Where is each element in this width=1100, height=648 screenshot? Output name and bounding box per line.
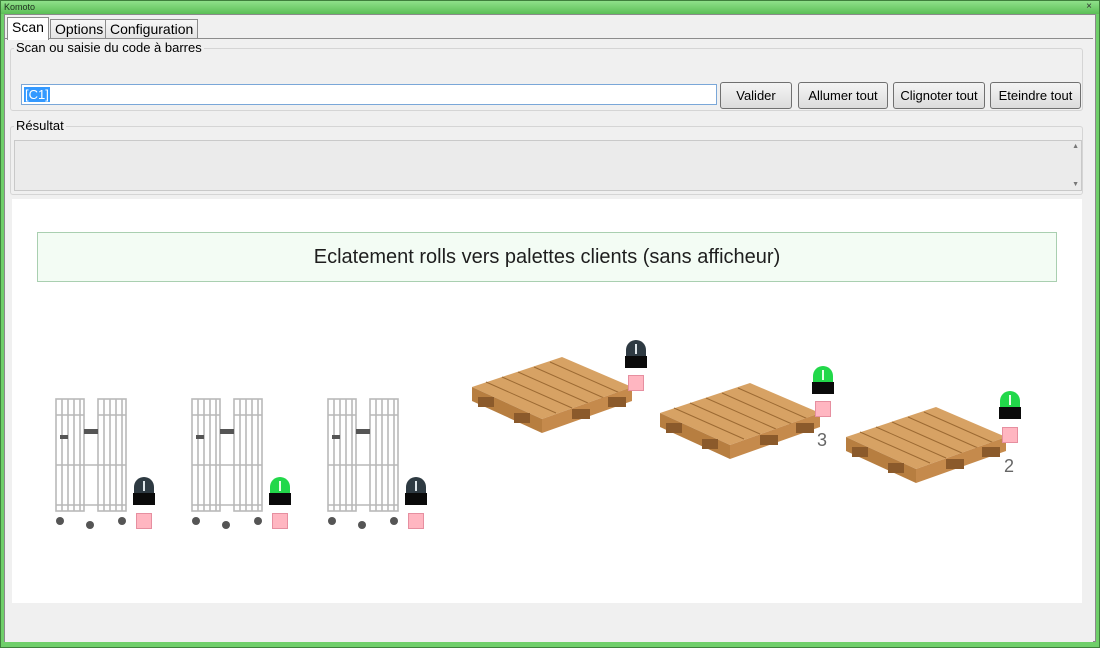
window-title: Komoto — [4, 2, 36, 12]
pallet-3[interactable] — [846, 407, 1006, 497]
layout-panel: Eclatement rolls vers palettes clients (… — [12, 199, 1082, 603]
roll-3-beacon-icon[interactable] — [404, 471, 428, 505]
all-off-button[interactable]: Eteindre tout — [990, 82, 1081, 109]
title-bar[interactable]: Komoto × — [1, 1, 1099, 14]
pallet-2-count: 3 — [817, 430, 828, 450]
scenario-banner: Eclatement rolls vers palettes clients (… — [37, 232, 1057, 282]
roll-1-indicator[interactable] — [136, 513, 152, 529]
roll-cage-1[interactable] — [50, 395, 132, 535]
pallet-1-beacon-icon[interactable] — [624, 334, 648, 368]
close-icon[interactable]: × — [1083, 1, 1095, 12]
app-window: Komoto × Scan Options Configuration Scan… — [0, 0, 1100, 648]
tab-configuration[interactable]: Configuration — [105, 19, 199, 39]
scan-tab-page: Scan ou saisie du code à barres [C1] Val… — [5, 38, 1093, 642]
result-group: Résultat ▲ ▼ — [10, 118, 1083, 195]
tab-scan[interactable]: Scan — [7, 17, 49, 40]
scroll-down-icon[interactable]: ▼ — [1072, 181, 1079, 188]
scroll-up-icon[interactable]: ▲ — [1072, 143, 1079, 150]
barcode-input-selection: [C1] — [24, 87, 50, 102]
blink-all-button[interactable]: Clignoter tout — [893, 82, 985, 109]
roll-cage-2[interactable] — [186, 395, 268, 535]
scan-group: Scan ou saisie du code à barres [C1] Val… — [10, 40, 1083, 111]
result-output[interactable]: ▲ ▼ — [14, 140, 1082, 191]
pallet-3-beacon-icon[interactable] — [998, 385, 1022, 419]
result-group-label: Résultat — [14, 118, 66, 133]
window-client-area: Scan Options Configuration Scan ou saisi… — [4, 14, 1096, 642]
pallet-3-count: 2 — [1004, 456, 1015, 476]
pallet-2-beacon-icon[interactable] — [811, 360, 835, 394]
all-on-button[interactable]: Allumer tout — [798, 82, 888, 109]
pallet-1[interactable] — [472, 357, 632, 447]
barcode-input[interactable] — [21, 84, 717, 105]
roll-2-beacon-icon[interactable] — [268, 471, 292, 505]
roll-3-indicator[interactable] — [408, 513, 424, 529]
pallet-2-indicator[interactable] — [815, 401, 831, 417]
roll-cage-3[interactable] — [322, 395, 404, 535]
pallet-2[interactable] — [660, 383, 820, 473]
tab-options[interactable]: Options — [50, 19, 109, 39]
pallet-1-indicator[interactable] — [628, 375, 644, 391]
roll-1-beacon-icon[interactable] — [132, 471, 156, 505]
scan-group-label: Scan ou saisie du code à barres — [14, 40, 204, 55]
roll-2-indicator[interactable] — [272, 513, 288, 529]
pallet-3-indicator[interactable] — [1002, 427, 1018, 443]
validate-button[interactable]: Valider — [720, 82, 792, 109]
